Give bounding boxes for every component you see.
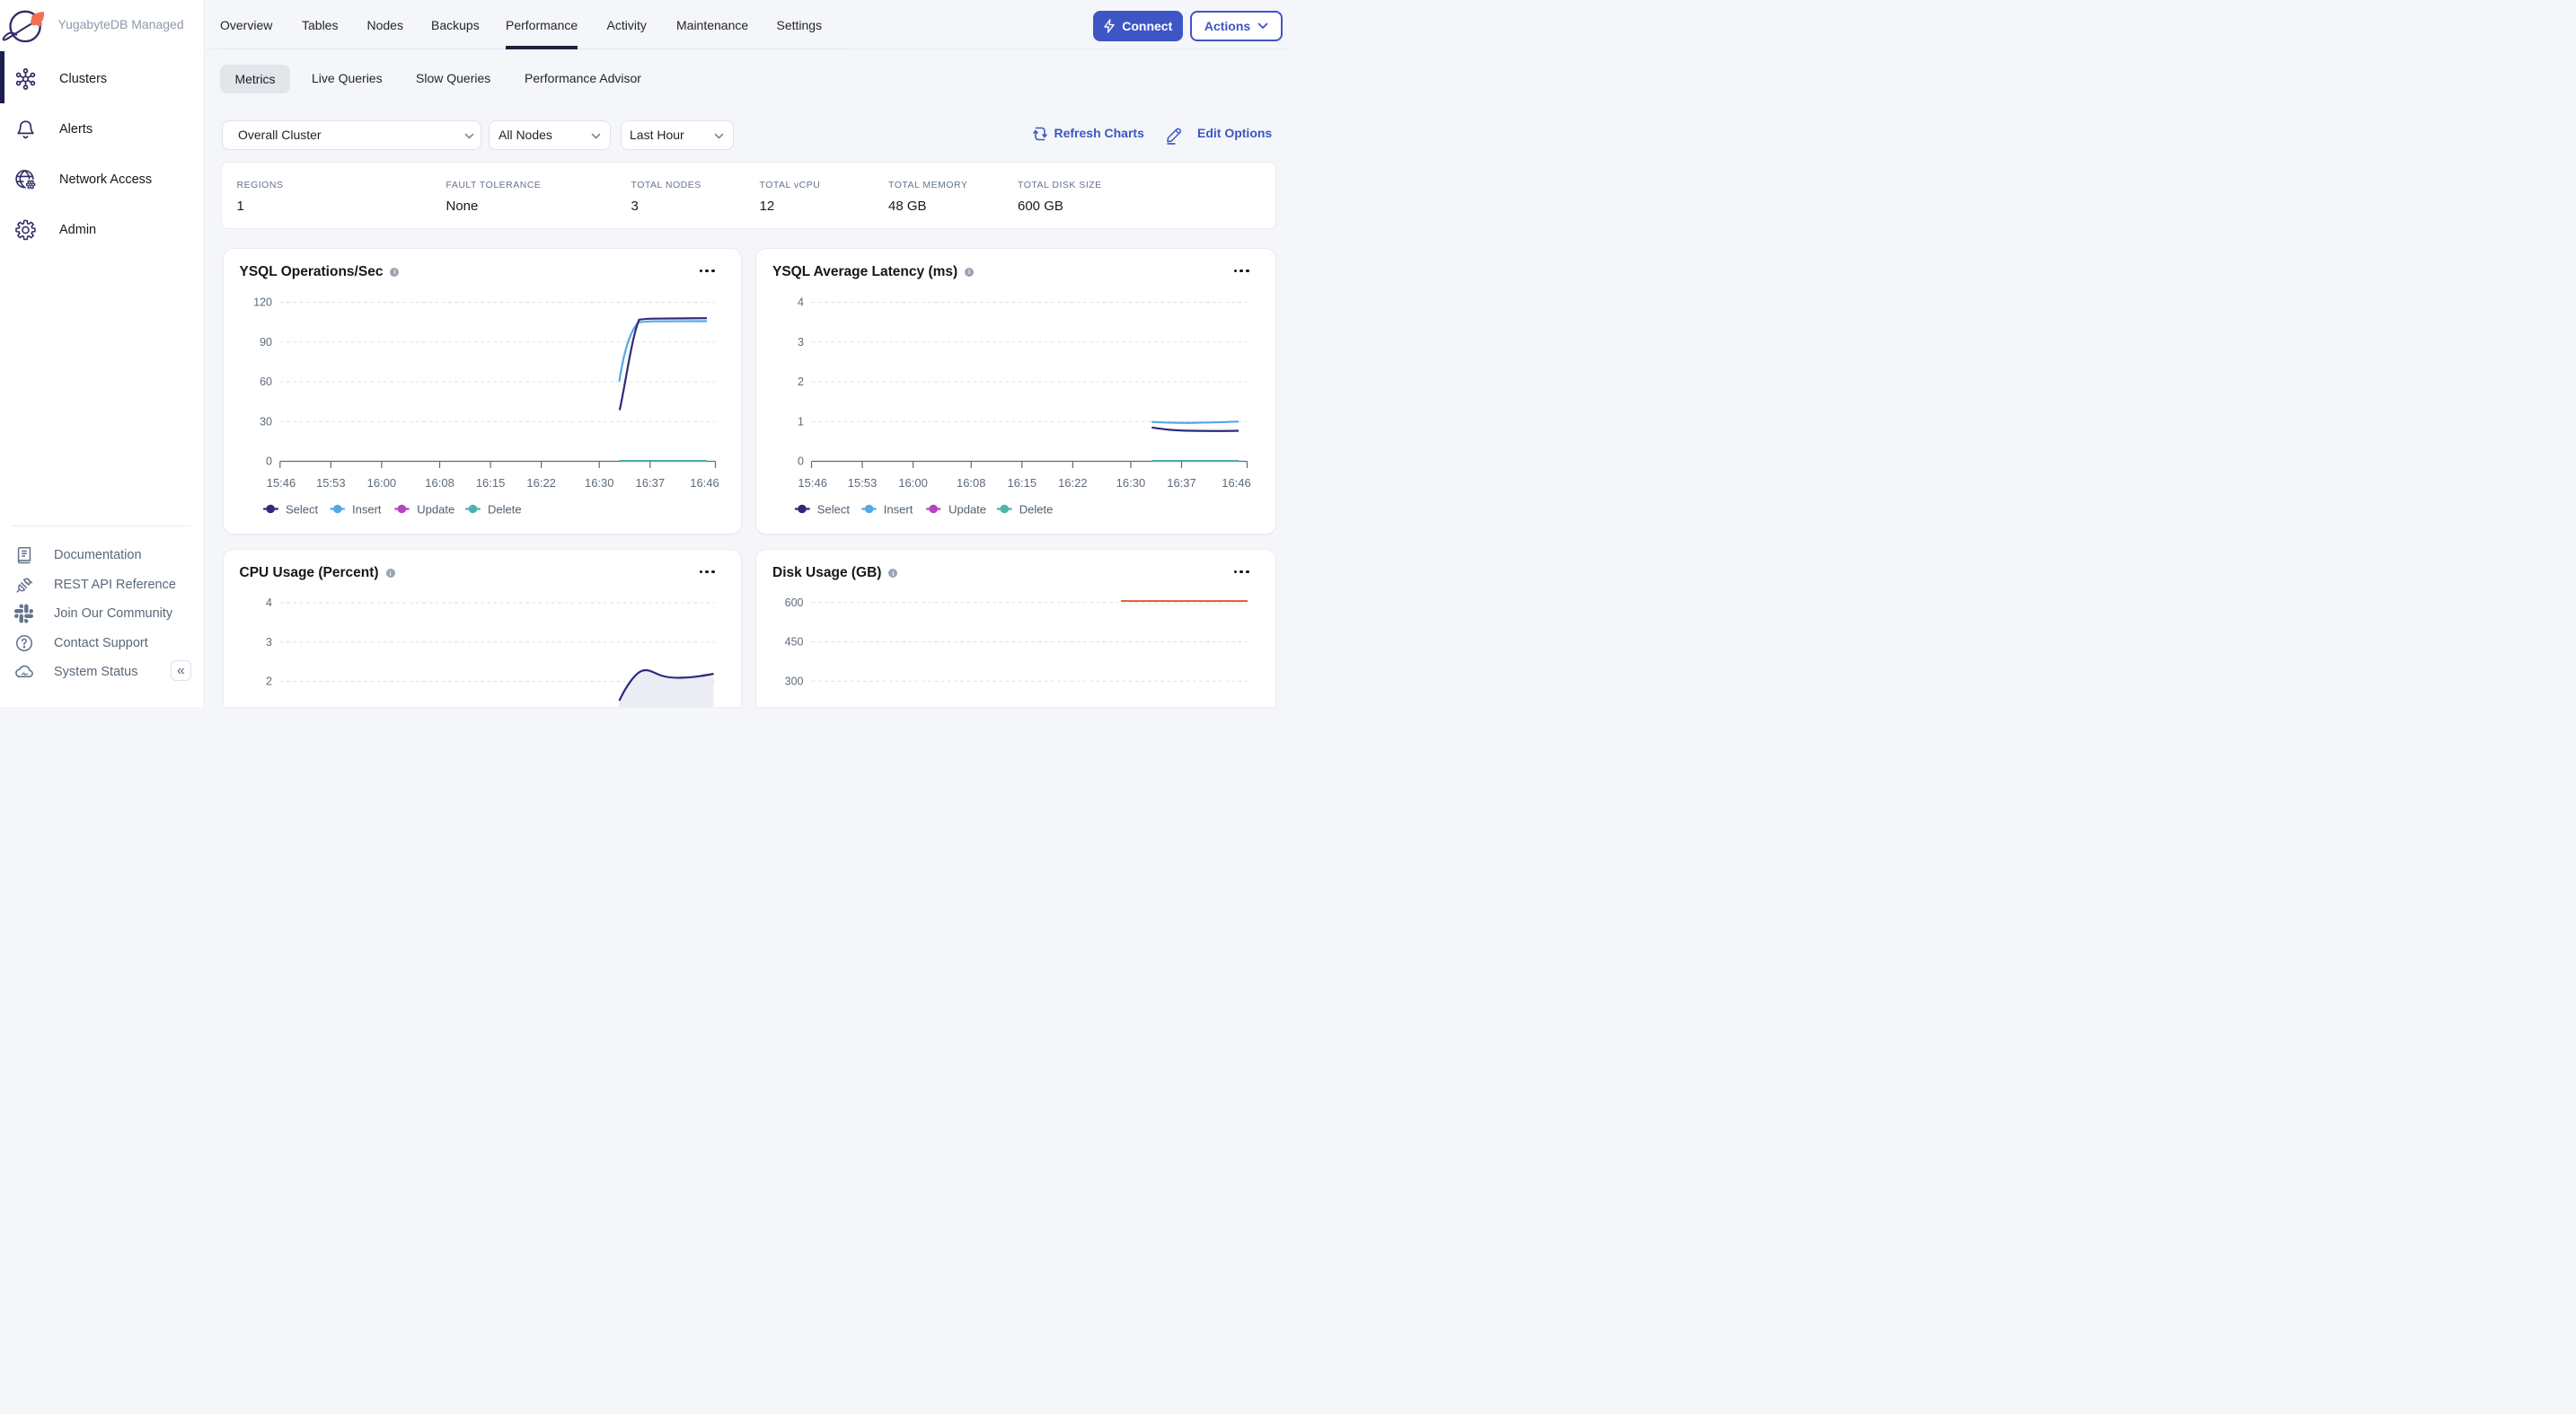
svg-text:0: 0 (266, 455, 272, 467)
svg-text:Update: Update (417, 502, 454, 516)
svg-text:4: 4 (798, 296, 804, 308)
svg-text:60: 60 (260, 376, 272, 388)
svg-text:3: 3 (266, 636, 272, 649)
svg-text:3: 3 (798, 335, 804, 348)
svg-text:16:37: 16:37 (1167, 476, 1196, 490)
svg-text:Update: Update (948, 502, 986, 516)
svg-text:16:30: 16:30 (1116, 476, 1146, 490)
svg-text:16:08: 16:08 (425, 476, 454, 490)
svg-text:16:30: 16:30 (584, 476, 613, 490)
svg-text:Select: Select (817, 502, 851, 516)
svg-text:16:37: 16:37 (635, 476, 665, 490)
svg-text:15:53: 15:53 (848, 476, 878, 490)
svg-text:16:22: 16:22 (526, 476, 556, 490)
svg-text:450: 450 (785, 636, 804, 649)
svg-text:Delete: Delete (1019, 502, 1054, 516)
svg-text:120: 120 (253, 296, 272, 308)
svg-text:15:53: 15:53 (316, 476, 346, 490)
svg-text:90: 90 (260, 335, 272, 348)
svg-text:16:46: 16:46 (690, 476, 719, 490)
svg-text:Insert: Insert (352, 502, 382, 516)
svg-text:Delete: Delete (488, 502, 522, 516)
svg-text:1: 1 (798, 415, 804, 428)
svg-text:16:22: 16:22 (1058, 476, 1088, 490)
svg-text:Select: Select (286, 502, 319, 516)
svg-text:0: 0 (798, 455, 804, 467)
svg-text:Insert: Insert (884, 502, 913, 516)
svg-text:16:00: 16:00 (366, 476, 396, 490)
svg-text:16:46: 16:46 (1222, 476, 1251, 490)
svg-text:600: 600 (785, 597, 804, 609)
svg-text:16:08: 16:08 (957, 476, 986, 490)
svg-text:4: 4 (266, 597, 272, 609)
svg-text:30: 30 (260, 415, 272, 428)
svg-text:2: 2 (266, 676, 272, 688)
svg-text:2: 2 (798, 376, 804, 388)
svg-text:16:00: 16:00 (898, 476, 928, 490)
svg-text:15:46: 15:46 (266, 476, 296, 490)
svg-text:16:15: 16:15 (1008, 476, 1037, 490)
svg-text:15:46: 15:46 (798, 476, 827, 490)
svg-text:16:15: 16:15 (475, 476, 505, 490)
svg-text:300: 300 (785, 675, 804, 687)
